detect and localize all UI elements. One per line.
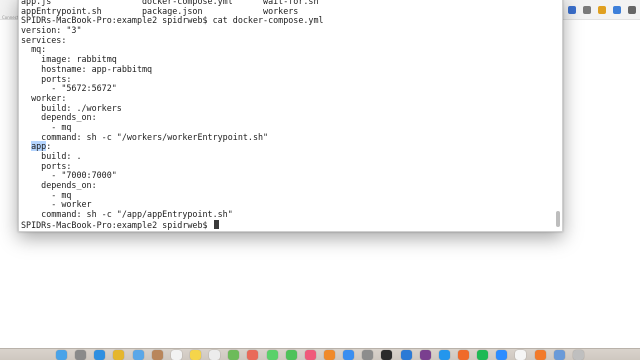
dock-icon-row <box>56 350 584 360</box>
terminal-line: build: ./workers <box>21 102 122 113</box>
terminal-app-icon[interactable] <box>381 350 393 360</box>
terminal-line: - mq <box>21 189 72 200</box>
notion-icon[interactable] <box>515 350 527 360</box>
shield-icon[interactable] <box>568 6 576 14</box>
terminal-line: hostname: app-rabbitmq <box>21 63 153 74</box>
translate-icon[interactable] <box>613 6 621 14</box>
docker-icon[interactable] <box>438 350 450 360</box>
terminal-line: version: "3" <box>21 25 82 36</box>
terminal-line: - "7000:7000" <box>21 170 117 181</box>
books-icon[interactable] <box>323 350 335 360</box>
downloads-icon[interactable] <box>553 350 565 360</box>
facetime-icon[interactable] <box>285 350 297 360</box>
reminders-icon[interactable] <box>209 350 221 360</box>
terminal-output[interactable]: app.js docker-compose.yml wait-for.sh app… <box>21 0 552 231</box>
puzzle-icon[interactable] <box>583 6 591 14</box>
postman-icon[interactable] <box>457 350 469 360</box>
finder-icon[interactable] <box>56 350 67 360</box>
chrome-icon[interactable] <box>113 350 125 360</box>
scroll-thumb[interactable] <box>556 211 560 227</box>
launchpad-icon[interactable] <box>75 350 87 360</box>
terminal-window[interactable]: app.js docker-compose.yml wait-for.sh app… <box>18 0 563 232</box>
calendar-icon[interactable] <box>170 350 182 360</box>
terminal-line: build: . <box>21 151 82 161</box>
slack-icon[interactable] <box>419 350 431 360</box>
spotify-icon[interactable] <box>477 350 489 360</box>
trash-icon[interactable] <box>572 350 584 360</box>
firefox-icon[interactable] <box>534 350 546 360</box>
menu-icon[interactable] <box>628 6 636 14</box>
terminal-line: depends_on: <box>21 180 97 191</box>
terminal-scrollbar[interactable] <box>556 7 560 227</box>
music-icon[interactable] <box>304 350 316 360</box>
vscode-icon[interactable] <box>400 350 412 360</box>
maps-icon[interactable] <box>228 350 240 360</box>
appstore-icon[interactable] <box>343 350 355 360</box>
selected-text: app <box>31 141 47 152</box>
photos-icon[interactable] <box>247 350 259 360</box>
zoom-icon[interactable] <box>496 350 508 360</box>
notes-icon[interactable] <box>189 350 201 360</box>
background-side-label: Connect <box>2 15 19 20</box>
messages-icon[interactable] <box>266 350 278 360</box>
contacts-icon[interactable] <box>151 350 163 360</box>
badge-icon[interactable] <box>598 6 606 14</box>
cursor-icon <box>213 219 219 229</box>
prompt-text: SPIDRs-MacBook-Pro:example2 spidrweb$ <box>21 219 213 230</box>
preferences-icon[interactable] <box>362 350 374 360</box>
terminal-line: app: <box>31 141 52 152</box>
terminal-line: - "5672:5672" <box>21 83 117 94</box>
terminal-line: services: <box>21 34 67 45</box>
terminal-line: command: sh -c "/app/appEntrypoint.sh" <box>21 209 233 220</box>
terminal-line: command: sh -c "/workers/workerEntrypoin… <box>21 131 269 142</box>
terminal-line: depends_on: <box>21 112 97 123</box>
mail-app-icon[interactable] <box>132 350 144 360</box>
terminal-prompt-line[interactable]: SPIDRs-MacBook-Pro:example2 spidrweb$ <box>21 219 552 230</box>
safari-icon[interactable] <box>94 350 106 360</box>
terminal-line: SPIDRs-MacBook-Pro:example2 spidrweb$ ca… <box>21 15 324 26</box>
